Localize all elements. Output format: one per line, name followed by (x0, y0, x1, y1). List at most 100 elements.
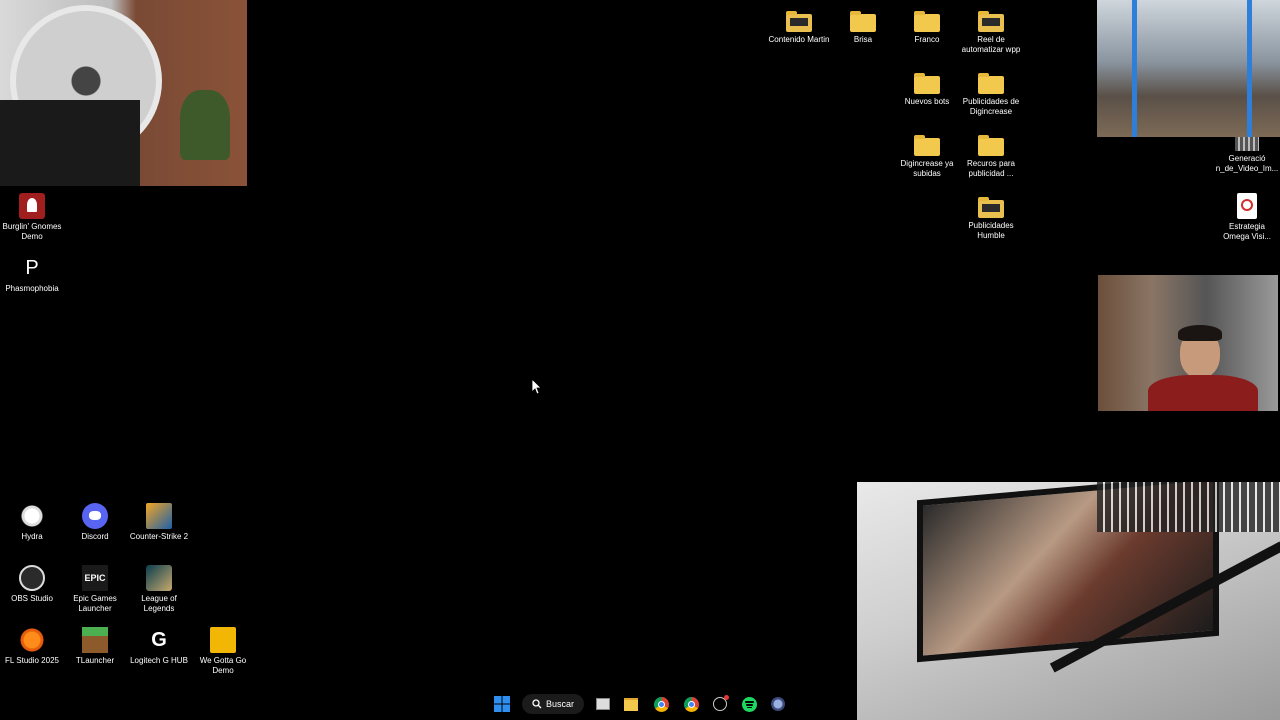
file-explorer-button[interactable] (622, 694, 640, 714)
burglin-gnomes-icon (19, 193, 45, 219)
desktop-icon-label: Phasmophobia (5, 284, 59, 293)
desktop-icon-label: Counter-Strike 2 (129, 532, 189, 541)
counter-strike-icon (146, 503, 172, 529)
desktop-file-generacion-video[interactable]: Generació n_de_Video_Im... (1215, 137, 1279, 174)
folder-icon (914, 73, 940, 94)
desktop-folder-publicidades-digincrease[interactable]: Publicidades de Digincrease (959, 72, 1023, 117)
pdf-icon (1237, 193, 1257, 219)
folder-icon (978, 73, 1004, 94)
desktop-icon-label: We Gotta Go Demo (199, 656, 247, 675)
spotify-icon (741, 696, 757, 712)
we-gotta-go-icon (210, 627, 236, 653)
desktop-icon-label: Generació n_de_Video_Im... (1215, 154, 1279, 173)
desktop-icon-obs[interactable]: OBS Studio (0, 565, 64, 604)
chrome-profile-icon (683, 696, 699, 712)
desktop-icon-label: Reel de automatizar wpp (961, 35, 1021, 54)
desktop-icon-counter-strike[interactable]: Counter-Strike 2 (127, 503, 191, 542)
desktop-icon-label: Nuevos bots (904, 97, 950, 106)
plant-shape (180, 90, 230, 160)
laptop-keyboard (1097, 482, 1280, 532)
desktop-icon-fl-studio[interactable]: FL Studio 2025 (0, 627, 64, 666)
chrome-button[interactable] (651, 694, 671, 714)
chrome-icon (653, 696, 669, 712)
steam-button[interactable] (710, 694, 730, 714)
desktop-icon-label: OBS Studio (11, 594, 53, 603)
hydra-icon (19, 503, 45, 529)
desktop-icon-label: League of Legends (141, 594, 177, 613)
spotify-button[interactable] (739, 694, 759, 714)
taskbar-search-button[interactable]: Buscar (522, 694, 584, 714)
file-explorer-icon (624, 697, 638, 711)
desktop-icon-we-gotta-go[interactable]: We Gotta Go Demo (191, 627, 255, 676)
desktop-folder-nuevos-bots[interactable]: Nuevos bots (895, 72, 959, 107)
desktop-icon-discord[interactable]: Discord (63, 503, 127, 542)
video-file-icon (1235, 137, 1259, 151)
desktop-icon-burglin-gnomes[interactable]: Burglin' Gnomes Demo (0, 193, 64, 242)
desktop-folder-franco[interactable]: Franco (895, 10, 959, 45)
task-view-icon (596, 698, 610, 710)
folder-icon (978, 135, 1004, 156)
desktop-icon-label: Epic Games Launcher (73, 594, 117, 613)
desktop-icon-label: TLauncher (75, 656, 115, 665)
epic-games-icon: EPIC (82, 565, 108, 591)
camera-overlay-fan (0, 0, 247, 186)
desktop-icon-label: Publicidades de Digincrease (962, 97, 1020, 116)
folder-icon (786, 11, 812, 32)
desktop-icon-label: Publicidades Humble (968, 221, 1014, 240)
logitech-icon: G (151, 629, 167, 651)
chrome-profile-button[interactable] (681, 694, 701, 714)
phasmophobia-icon: P (25, 257, 39, 279)
window-frame (1132, 0, 1137, 137)
folder-icon (914, 135, 940, 156)
webcam-person (1098, 275, 1278, 411)
steam-icon (713, 695, 729, 711)
monitor-shape (0, 100, 140, 186)
desktop-icon-label: Hydra (21, 532, 43, 541)
desktop-folder-recuros-publicidad[interactable]: Recuros para publicidad ... (959, 134, 1023, 179)
app-icon (771, 697, 785, 711)
desktop-icon-label: Recuros para publicidad ... (966, 159, 1016, 178)
mouse-cursor-icon (532, 379, 542, 395)
tlauncher-icon (82, 627, 108, 653)
desktop-icon-epic-games[interactable]: EPIC Epic Games Launcher (63, 565, 127, 614)
desktop-folder-contenido-martin[interactable]: Contenido Martin (767, 10, 831, 45)
folder-icon (850, 11, 876, 32)
fl-studio-icon (19, 627, 45, 653)
desktop-icon-logitech[interactable]: G Logitech G HUB (127, 627, 191, 666)
search-label: Buscar (545, 699, 574, 709)
desktop-icon-label: Contenido Martin (768, 35, 830, 44)
desktop-icon-hydra[interactable]: Hydra (0, 503, 64, 542)
desktop-icon-label: Logitech G HUB (130, 656, 188, 665)
camera-overlay-laptop (857, 482, 1280, 720)
league-icon (146, 565, 172, 591)
folder-icon (978, 197, 1004, 218)
windows-start-button[interactable] (492, 694, 512, 714)
desktop-icon-label: FL Studio 2025 (5, 656, 59, 665)
desktop-icon-label: Brisa (853, 35, 873, 44)
desktop-folder-brisa[interactable]: Brisa (831, 10, 895, 45)
desktop-folder-publicidades-humble[interactable]: Publicidades Humble (959, 196, 1023, 241)
desktop-folder-digincrease-subidas[interactable]: Digincrease ya subidas (895, 134, 959, 179)
task-view-button[interactable] (594, 694, 612, 714)
windows-start-icon (494, 696, 510, 712)
desktop-icon-label: Estrategia Omega Visi... (1223, 222, 1271, 241)
window-frame-right (1247, 0, 1252, 137)
discord-icon (82, 503, 108, 529)
camera-overlay-room (1097, 0, 1280, 137)
folder-icon (914, 11, 940, 32)
obs-icon (19, 565, 45, 591)
person-body (1148, 375, 1258, 411)
desktop-icon-phasmophobia[interactable]: P Phasmophobia (0, 255, 64, 294)
desktop-file-estrategia-omega[interactable]: Estrategia Omega Visi... (1215, 193, 1279, 242)
desktop-icon-label: Burglin' Gnomes Demo (2, 222, 62, 241)
desktop-icon-tlauncher[interactable]: TLauncher (63, 627, 127, 666)
folder-icon (978, 11, 1004, 32)
desktop-folder-reel[interactable]: Reel de automatizar wpp (959, 10, 1023, 55)
search-icon (532, 699, 542, 709)
desktop-icon-label: Discord (81, 532, 109, 541)
app-button[interactable] (768, 694, 788, 714)
person-hair (1178, 325, 1222, 341)
desktop-icon-league[interactable]: League of Legends (127, 565, 191, 614)
desktop-icon-label: Digincrease ya subidas (900, 159, 954, 178)
desktop-icon-label: Franco (914, 35, 940, 44)
